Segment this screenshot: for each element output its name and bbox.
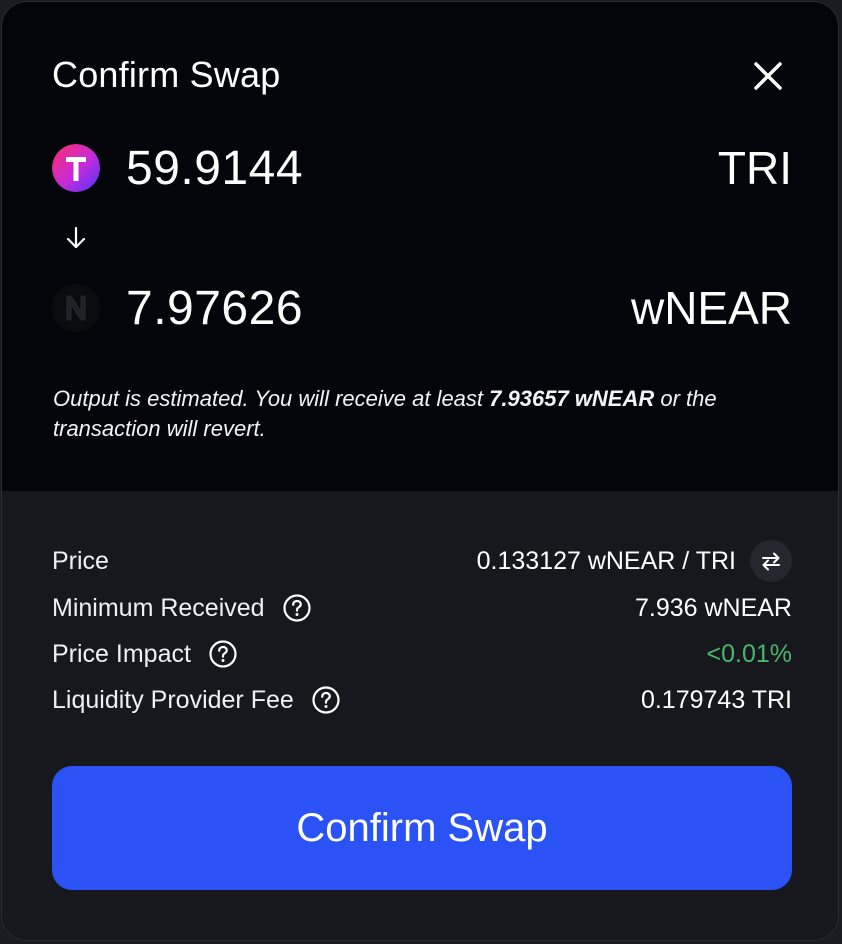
confirm-swap-button[interactable]: Confirm Swap — [52, 766, 792, 890]
wnear-token-icon — [52, 284, 100, 332]
lp-fee-row: Liquidity Provider Fee 0.179743 TRI — [52, 680, 792, 720]
to-symbol: wNEAR — [630, 282, 792, 334]
help-icon[interactable] — [311, 685, 341, 715]
invert-price-button[interactable] — [750, 540, 792, 582]
estimate-note-prefix: Output is estimated. You will receive at… — [53, 386, 490, 411]
lp-fee-value: 0.179743 TRI — [640, 685, 792, 714]
swap-arrows-icon — [762, 552, 780, 571]
confirm-swap-modal: Confirm Swap 59.9144 TRI 7.97626 wNEAR O… — [1, 1, 839, 941]
lp-fee-label-wrap: Liquidity Provider Fee — [52, 685, 341, 715]
from-amount: 59.9144 — [126, 141, 304, 195]
price-impact-label-wrap: Price Impact — [52, 639, 238, 669]
min-received-row: Minimum Received 7.936 wNEAR — [52, 588, 792, 628]
price-value: 0.133127 wNEAR / TRI — [476, 546, 736, 575]
price-impact-row: Price Impact <0.01% — [52, 634, 792, 674]
estimate-note: Output is estimated. You will receive at… — [53, 384, 798, 444]
tri-token-icon — [52, 144, 100, 192]
min-received-label-wrap: Minimum Received — [52, 593, 312, 623]
price-label: Price — [52, 546, 109, 575]
price-impact-value: <0.01% — [706, 639, 793, 668]
modal-title: Confirm Swap — [52, 54, 281, 95]
min-received-value: 7.936 wNEAR — [634, 593, 792, 622]
from-token-row: 59.9144 TRI — [52, 138, 792, 198]
price-row: Price 0.133127 wNEAR / TRI — [52, 540, 792, 582]
swap-summary-section: Confirm Swap 59.9144 TRI 7.97626 wNEAR O… — [2, 2, 838, 491]
from-symbol: TRI — [717, 142, 792, 194]
help-icon[interactable] — [208, 639, 238, 669]
help-icon[interactable] — [282, 593, 312, 623]
min-received-label: Minimum Received — [52, 593, 265, 622]
lp-fee-label: Liquidity Provider Fee — [52, 685, 294, 714]
close-icon[interactable] — [750, 58, 786, 94]
price-value-wrap: 0.133127 wNEAR / TRI — [477, 540, 792, 582]
estimate-note-min-amount: 7.93657 wNEAR — [489, 386, 655, 411]
to-token-row: 7.97626 wNEAR — [52, 278, 792, 338]
price-impact-label: Price Impact — [52, 639, 191, 668]
to-amount: 7.97626 — [126, 281, 304, 335]
arrow-down-icon — [66, 226, 86, 249]
